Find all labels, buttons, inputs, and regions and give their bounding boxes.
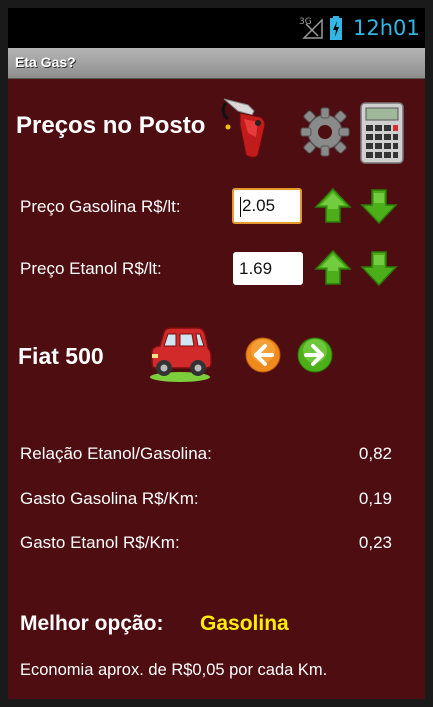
gasoline-price-value: 2.05 xyxy=(242,196,276,215)
gasoline-cost-value: 0,19 xyxy=(358,489,392,508)
car-name: Fiat 500 xyxy=(18,343,104,369)
prices-heading: Preços no Posto xyxy=(16,112,206,139)
gasoline-price-input[interactable]: 2.05 xyxy=(232,188,302,224)
main-content: Preços no Posto Preço Gasolina R$/lt: 2.… xyxy=(8,79,425,699)
gasoline-price-label: Preço Gasolina R$/lt: xyxy=(20,197,181,216)
app-title-bar: Eta Gas? xyxy=(8,48,425,79)
ethanol-price-input[interactable]: 1.69 xyxy=(233,252,303,285)
fuel-pump-icon xyxy=(221,98,266,158)
status-bar: 3G 12h01 xyxy=(8,8,425,48)
next-car-arrow-icon[interactable] xyxy=(297,337,333,373)
ethanol-price-up-arrow-icon[interactable] xyxy=(314,249,352,287)
car-icon xyxy=(150,327,212,382)
ethanol-cost-value: 0,23 xyxy=(358,533,392,552)
battery-charging-icon xyxy=(330,16,342,40)
ethanol-cost-label: Gasto Etanol R$/Km: xyxy=(20,533,180,552)
best-option-value: Gasolina xyxy=(200,612,289,635)
gasoline-price-down-arrow-icon[interactable] xyxy=(360,187,398,225)
calculator-icon[interactable] xyxy=(360,102,404,164)
signal-icon xyxy=(302,18,323,39)
text-cursor xyxy=(240,196,241,217)
settings-gear-icon[interactable] xyxy=(299,106,351,158)
clock: 12h01 xyxy=(353,16,420,40)
ethanol-price-down-arrow-icon[interactable] xyxy=(360,249,398,287)
previous-car-arrow-icon[interactable] xyxy=(245,337,281,373)
best-option-label: Melhor opção: xyxy=(20,612,164,635)
app-title: Eta Gas? xyxy=(15,54,76,70)
phone-screen: 3G 12h01 Eta Gas? Preços no Posto Preço … xyxy=(8,8,425,699)
economy-text: Economia aprox. de R$0,05 por cada Km. xyxy=(20,661,328,679)
ethanol-price-label: Preço Etanol R$/lt: xyxy=(20,259,162,278)
ratio-label: Relação Etanol/Gasolina: xyxy=(20,444,212,463)
ratio-value: 0,82 xyxy=(358,444,392,463)
gasoline-cost-label: Gasto Gasolina R$/Km: xyxy=(20,489,199,508)
gasoline-price-up-arrow-icon[interactable] xyxy=(314,187,352,225)
